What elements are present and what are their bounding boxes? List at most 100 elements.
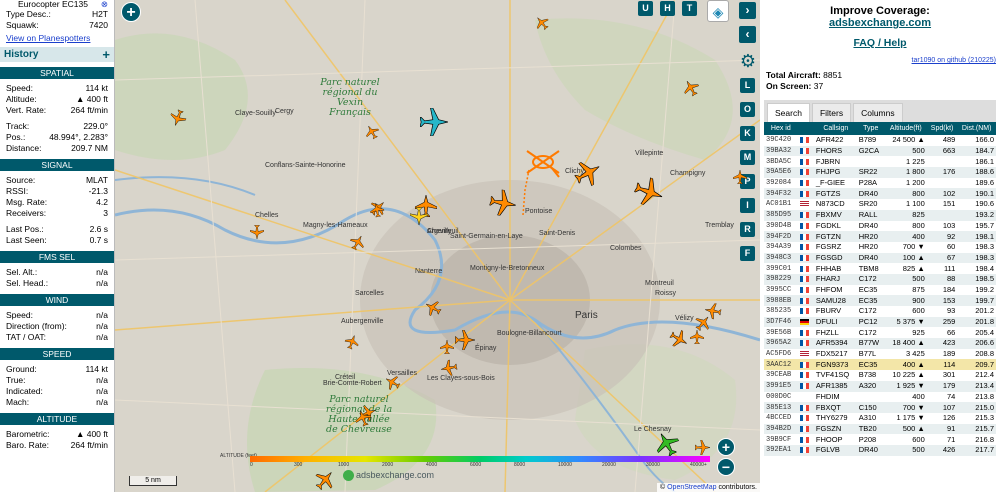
layer-button-u[interactable]: U bbox=[638, 1, 653, 16]
table-row[interactable]: 000D0C FHDIM 400 74 213.8 bbox=[764, 392, 996, 403]
table-row[interactable]: AC5FD6 FDX5217 B77L 3 425 189 208.8 bbox=[764, 349, 996, 360]
history-toggle[interactable]: History + bbox=[0, 47, 114, 62]
side-button-l[interactable]: L bbox=[740, 78, 755, 93]
hex-cell: 39A5E6 bbox=[764, 167, 798, 178]
table-row[interactable]: 392EA1 FGLVB DR40 500 426 217.7 bbox=[764, 444, 996, 456]
aircraft-marker-icon[interactable] bbox=[369, 202, 385, 218]
layer-button-t[interactable]: T bbox=[682, 1, 697, 16]
aircraft-marker-icon[interactable] bbox=[455, 330, 475, 350]
detail-row: Sel. Alt.: n/a bbox=[0, 267, 114, 278]
detail-value: n/a bbox=[96, 278, 108, 288]
side-button-r[interactable]: R bbox=[740, 222, 755, 237]
section-header: SPEED bbox=[0, 348, 114, 360]
aircraft-table: Hex id Callsign Type Altitude(ft) Spd(kt) Dis… bbox=[764, 122, 996, 456]
column-header-2[interactable]: Callsign bbox=[814, 122, 857, 135]
chevron-left-icon[interactable]: ‹ bbox=[739, 26, 756, 43]
table-row[interactable]: 3948C3 FGSGD DR40 100 ▲ 67 198.3 bbox=[764, 252, 996, 264]
column-header-4[interactable]: Altitude(ft) bbox=[884, 122, 927, 135]
map-canvas[interactable]: Parc naturel régional du Vexin Français … bbox=[115, 0, 760, 492]
table-row[interactable]: AC01B1 N873CD SR20 1 100 151 190.6 bbox=[764, 199, 996, 210]
flag-cell bbox=[797, 380, 815, 392]
table-row[interactable]: 398229 FHARJ C172 500 88 198.5 bbox=[764, 273, 996, 285]
aircraft-marker-icon[interactable] bbox=[733, 170, 747, 184]
side-button-k[interactable]: K bbox=[740, 126, 755, 141]
column-header-6[interactable]: Dist.(NM) bbox=[957, 122, 996, 135]
flag-cell bbox=[797, 423, 815, 435]
type-cell: EC35 bbox=[856, 295, 885, 306]
list-tabs: Search Filters Columns bbox=[764, 100, 996, 122]
table-row[interactable]: 3D7F46 DFULI PC12 5 375 ▼ 259 201.8 bbox=[764, 316, 996, 328]
table-row[interactable]: 3991E5 AFR1385 A320 1 925 ▼ 179 213.4 bbox=[764, 380, 996, 392]
table-row[interactable]: 385E13 FBXQT C150 700 ▼ 107 215.0 bbox=[764, 402, 996, 413]
table-row[interactable]: 385235 FBURV C172 600 93 201.2 bbox=[764, 306, 996, 317]
column-header-3[interactable]: Type bbox=[856, 122, 885, 135]
layers-icon[interactable]: ◈ bbox=[707, 0, 729, 22]
table-row[interactable]: 394B2D FGSZN TB20 500 ▲ 91 215.7 bbox=[764, 423, 996, 435]
altitude-cell: 500 ▲ bbox=[884, 423, 927, 435]
faq-help-link[interactable]: FAQ / Help bbox=[853, 37, 906, 49]
table-row[interactable]: 39C420 AFR422 B789 24 500 ▲ 489 166.0 bbox=[764, 135, 996, 146]
detail-value: 264 ft/min bbox=[70, 105, 108, 115]
zoom-in-small-button[interactable]: + bbox=[717, 438, 735, 456]
detail-sections: SPATIAL Speed: 114 kt Altitude: ▲ 400 ft Vert… bbox=[0, 67, 114, 451]
settings-gear-icon[interactable]: ⚙ bbox=[737, 50, 759, 72]
altitude-cell: 600 bbox=[912, 434, 925, 444]
aircraft-marker-icon[interactable] bbox=[440, 359, 459, 378]
table-row[interactable]: 3AAC12 FGN9373 EC35 400 ▲ 114 209.7 bbox=[764, 359, 996, 371]
github-link[interactable]: tar1090 on github (210225) bbox=[912, 57, 996, 64]
table-row[interactable]: 39B9CF FHOOP P208 600 71 216.8 bbox=[764, 434, 996, 445]
table-row[interactable]: 394F2D FGTZN HR20 400 92 198.1 bbox=[764, 231, 996, 242]
table-row[interactable]: 399C01 FHHAB TBM8 825 ▲ 111 198.4 bbox=[764, 263, 996, 274]
side-button-m[interactable]: M bbox=[740, 150, 755, 165]
table-row[interactable]: 39A5E6 FHJPG SR22 1 800 176 188.6 bbox=[764, 167, 996, 178]
planespotters-link[interactable]: View on Planespotters bbox=[0, 33, 114, 43]
side-button-i[interactable]: I bbox=[740, 198, 755, 213]
column-header-1[interactable] bbox=[797, 122, 815, 135]
close-icon[interactable]: ⊗ bbox=[101, 0, 108, 9]
distance-cell: 217.7 bbox=[957, 444, 996, 456]
aircraft-marker-icon[interactable] bbox=[250, 225, 264, 239]
table-row[interactable]: 3965A2 AFR5394 B77W 18 400 ▲ 423 206.6 bbox=[764, 338, 996, 349]
zoom-out-button[interactable]: − bbox=[717, 458, 735, 476]
column-header-5[interactable]: Spd(kt) bbox=[926, 122, 958, 135]
table-row[interactable]: 39CEAB TVF41SQ B738 10 225 ▲ 301 212.4 bbox=[764, 370, 996, 381]
tab-filters[interactable]: Filters bbox=[811, 103, 852, 122]
table-row[interactable]: 3995CC FHFOM EC35 875 184 199.2 bbox=[764, 285, 996, 296]
zoom-in-button[interactable]: + bbox=[121, 2, 141, 22]
table-row[interactable]: 392084 _F-GIEE P28A 1 200 189.6 bbox=[764, 178, 996, 189]
country-flag-icon bbox=[799, 351, 809, 358]
expand-plus-icon[interactable]: + bbox=[102, 47, 110, 62]
detail-value: 264 ft/min bbox=[70, 440, 108, 450]
flag-cell bbox=[798, 327, 815, 338]
table-row[interactable]: 3BDA5C FJBRN 1 225 186.1 bbox=[764, 156, 996, 167]
type-cell: B738 bbox=[858, 370, 877, 380]
country-flag-icon bbox=[799, 244, 809, 251]
table-row[interactable]: 3988EB SAMU28 EC35 900 153 199.7 bbox=[764, 295, 996, 306]
chevron-right-icon[interactable]: › bbox=[739, 2, 756, 19]
aircraft-marker-icon[interactable] bbox=[704, 302, 723, 321]
layer-button-h[interactable]: H bbox=[660, 1, 675, 16]
table-row[interactable]: 39BA32 FHORS G2CA 500 663 184.7 bbox=[764, 145, 996, 157]
table-row[interactable]: 39E56B FHZLL C172 925 66 205.4 bbox=[764, 327, 996, 338]
aircraft-marker-icon[interactable] bbox=[440, 340, 454, 354]
table-row[interactable]: 385D95 FBXMV RALL 825 193.2 bbox=[764, 209, 996, 221]
country-flag-icon bbox=[799, 169, 809, 176]
table-row[interactable]: 390D4B FGDKL DR40 800 103 195.7 bbox=[764, 221, 996, 232]
tab-search[interactable]: Search bbox=[767, 103, 810, 122]
side-button-f[interactable]: F bbox=[740, 246, 755, 261]
flag-cell bbox=[798, 413, 815, 424]
selected-helicopter-icon[interactable] bbox=[523, 145, 563, 179]
distance-cell: 186.1 bbox=[975, 156, 994, 166]
side-button-o[interactable]: O bbox=[740, 102, 755, 117]
column-header-0[interactable]: Hex id bbox=[764, 122, 798, 135]
aircraft-marker-icon[interactable] bbox=[488, 188, 518, 218]
aircraft-type-title: Eurocopter EC135 ⊗ bbox=[18, 0, 108, 9]
aircraft-marker-icon[interactable] bbox=[420, 108, 448, 136]
table-row[interactable]: 4BCCED THY6279 A310 1 175 ▼ 126 215.3 bbox=[764, 413, 996, 424]
osm-link[interactable]: OpenStreetMap bbox=[667, 484, 716, 491]
table-row[interactable]: 394A39 FGSRZ HR20 700 ▼ 60 198.3 bbox=[764, 242, 996, 253]
adsbexchange-link[interactable]: adsbexchange.com bbox=[829, 17, 931, 29]
tab-columns[interactable]: Columns bbox=[853, 103, 903, 122]
table-row[interactable]: 394F32 FGTZS DR40 800 102 190.1 bbox=[764, 188, 996, 200]
aircraft-marker-icon[interactable] bbox=[410, 207, 428, 225]
